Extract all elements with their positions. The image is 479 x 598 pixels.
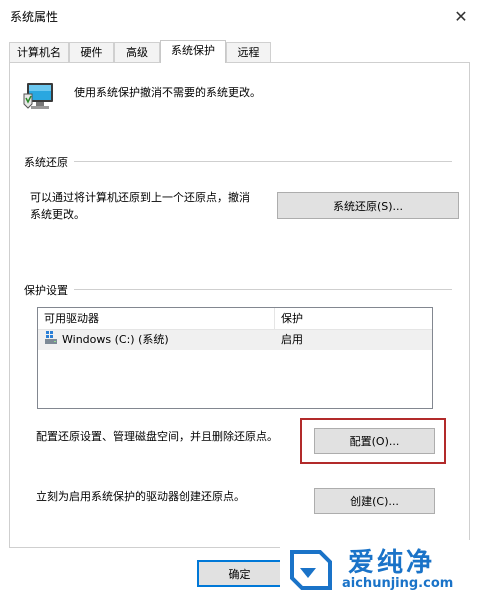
configure-button[interactable]: 配置(O)... — [314, 428, 435, 454]
watermark-brand: 爱纯净 — [348, 548, 436, 578]
create-text: 立刻为启用系统保护的驱动器创建还原点。 — [36, 490, 245, 503]
system-restore-button[interactable]: 系统还原(S)... — [277, 192, 459, 219]
drive-name: Windows (C:) (系统) — [62, 333, 169, 346]
restore-group-divider — [24, 161, 452, 162]
create-button[interactable]: 创建(C)... — [314, 488, 435, 514]
tab-panel — [9, 62, 470, 548]
restore-text-line2: 系统更改。 — [30, 208, 85, 221]
title-bar: 系统属性 ✕ — [0, 0, 479, 32]
tab-remote[interactable]: 远程 — [226, 42, 271, 62]
drive-list-header: 可用驱动器 保护 — [38, 308, 432, 330]
restore-text-line1: 可以通过将计算机还原到上一个还原点，撤消 — [30, 191, 250, 204]
tab-computer-name[interactable]: 计算机名 — [9, 42, 69, 62]
drive-protection-status: 启用 — [281, 333, 303, 346]
restore-group-label: 系统还原 — [24, 154, 74, 170]
protection-group-label: 保护设置 — [24, 282, 74, 298]
protection-group-divider — [24, 289, 452, 290]
computer-shield-icon — [22, 80, 58, 114]
ok-button[interactable]: 确定 — [197, 560, 282, 587]
close-icon[interactable]: ✕ — [443, 0, 479, 32]
drive-icon — [44, 330, 60, 350]
drive-list[interactable]: 可用驱动器 保护 Windows (C:) (系统) 启用 — [37, 307, 433, 409]
configure-text: 配置还原设置、管理磁盘空间，并且删除还原点。 — [36, 430, 278, 443]
watermark-url: aichunjing.com — [342, 576, 454, 591]
tab-hardware[interactable]: 硬件 — [69, 42, 114, 62]
table-row[interactable]: Windows (C:) (系统) 启用 — [38, 330, 432, 350]
column-header-protection[interactable]: 保护 — [275, 308, 432, 329]
tab-advanced[interactable]: 高级 — [114, 42, 160, 62]
column-header-drive[interactable]: 可用驱动器 — [38, 308, 274, 329]
watermark: 爱纯净 aichunjing.com — [280, 540, 479, 598]
tab-system-protection[interactable]: 系统保护 — [160, 40, 226, 63]
watermark-logo-icon — [290, 550, 332, 590]
header-description: 使用系统保护撤消不需要的系统更改。 — [74, 86, 261, 99]
window-title: 系统属性 — [10, 10, 59, 24]
